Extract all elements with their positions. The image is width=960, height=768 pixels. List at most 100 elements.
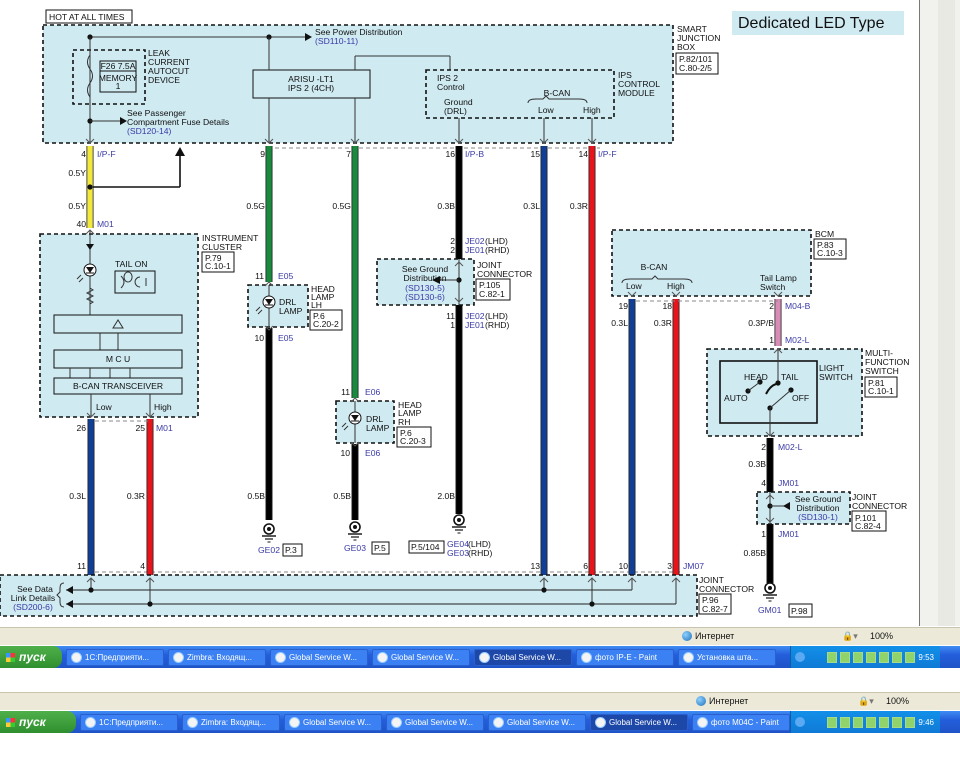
joint-bottom-ref-label: C.82-7	[702, 604, 728, 614]
wires-w3-pin-top-label: 7	[346, 149, 351, 159]
wiring-diagram: HOT AT ALL TIMES Dedicated LED TypeSMARTJ…	[0, 9, 909, 618]
logic-block	[53, 314, 183, 334]
ground-icon	[353, 525, 357, 529]
sjb-ref-label: C.80-2/5	[679, 63, 712, 73]
app-icon	[391, 716, 402, 728]
taskbar-item-label: Global Service W...	[405, 717, 474, 727]
clock: 9:53	[918, 652, 934, 662]
wires-w5-size-label: 0.3L	[523, 201, 540, 211]
wires-bcm-high-pin-bot-label: 3	[667, 561, 672, 571]
wires-w4-je-top-side-label: (RHD)	[485, 245, 509, 255]
wires-w2-pin-out-label: 10	[254, 333, 264, 343]
taskbar-item[interactable]: Global Service W...	[386, 713, 484, 731]
sjb-ipsm-high-label: High	[583, 105, 601, 115]
wires-w6-conn-top-label: I/P-F	[598, 149, 617, 159]
wires-w4-je-top-conn-label: JE01	[465, 245, 485, 255]
tray-icon[interactable]	[905, 651, 916, 663]
app-icon	[683, 651, 694, 663]
tray-icon[interactable]	[853, 716, 864, 728]
tray-icon[interactable]	[905, 716, 916, 728]
arrow-up-icon	[175, 147, 185, 156]
protected-mode-icon[interactable]: 🔒▾	[858, 696, 874, 707]
grounds-ge02-name-label: GE02	[258, 545, 280, 555]
taskbar-item[interactable]: Global Service W...	[590, 713, 688, 731]
zoom-level[interactable]: 100%	[870, 631, 893, 641]
taskbar-item[interactable]: Global Service W...	[488, 713, 586, 731]
wires-w3-conn-label: E06	[365, 448, 381, 458]
system-tray: 9:53	[790, 646, 940, 668]
zone-label: Интернет	[695, 631, 735, 641]
wires-ic-low-pin-top-label: 26	[76, 423, 86, 433]
wires-sw-out-pin-out-label: 1	[761, 529, 766, 539]
start-label: пуск	[19, 715, 46, 729]
tray-icon[interactable]	[879, 651, 890, 663]
taskbar-item[interactable]: 1С:Предприяти...	[66, 648, 164, 666]
protected-mode-icon[interactable]: 🔒▾	[842, 631, 858, 642]
start-button[interactable]: пуск	[0, 646, 62, 668]
wires-bcm-low-size-label: 0.3L	[611, 318, 628, 328]
wires-bcm-high-pin-top-label: 18	[662, 301, 672, 311]
tray-icon[interactable]	[866, 651, 877, 663]
taskbar-item-label: Global Service W...	[507, 717, 576, 727]
taskbar-item-label: Global Service W...	[391, 652, 460, 662]
wires-w2-pin-top-label: 9	[260, 149, 265, 159]
tray-icon[interactable]	[853, 651, 864, 663]
taskbar-item[interactable]: Global Service W...	[270, 648, 368, 666]
tray-icon[interactable]	[840, 651, 851, 663]
taskbar: пуск 1С:Предприяти... Zimbra: Входящ... Glo…	[0, 711, 960, 733]
wires-w4-je-bot-conn-label: JE01	[465, 320, 485, 330]
wires-w2-pin-in-label: 11	[255, 271, 264, 281]
splice-dot	[589, 601, 595, 607]
tray-icon[interactable]	[866, 716, 877, 728]
mfs-tail-label: TAIL	[781, 372, 799, 382]
app-icon	[697, 716, 708, 728]
wires-bcm-high-conn-bot-label: JM07	[683, 561, 704, 571]
splice-dot	[147, 601, 153, 607]
tray-icon[interactable]	[892, 651, 903, 663]
tray-expand-icon[interactable]	[795, 717, 805, 727]
tray-icon[interactable]	[879, 716, 890, 728]
taskbar-item[interactable]: Global Service W...	[284, 713, 382, 731]
taskbar-item-label: Zimbra: Входящ...	[201, 717, 267, 727]
cluster-name-label: CLUSTER	[202, 242, 242, 252]
taskbar-item[interactable]: Global Service W...	[474, 648, 572, 666]
cluster-ref-label: C.10-1	[205, 261, 231, 271]
app-icon	[173, 651, 184, 663]
app-icon	[275, 651, 286, 663]
bcm-name-label: BCM	[815, 229, 834, 239]
wires-w4-je-bot-side-label: (RHD)	[485, 320, 509, 330]
tray-icon[interactable]	[827, 716, 838, 728]
grounds-ge04-names-side-label: (RHD)	[468, 548, 492, 558]
wires-ic-low-size-label: 0.3L	[69, 491, 86, 501]
taskbar-item[interactable]: Zimbra: Входящ...	[168, 648, 266, 666]
taskbar-item[interactable]: Установка шта...	[678, 648, 776, 666]
grounds-ge03-ref-label: P.5	[374, 543, 386, 553]
grounds-gm01-name-label: GM01	[758, 605, 782, 615]
wires-sw-out-conn-top-label: M02-L	[778, 442, 803, 452]
wires-bcm-low-pin-bot-label: 10	[618, 561, 628, 571]
start-button[interactable]: пуск	[0, 711, 76, 733]
taskbar-item[interactable]: Global Service W...	[372, 648, 470, 666]
zoom-level[interactable]: 100%	[886, 696, 909, 706]
tray-icon[interactable]	[827, 651, 838, 663]
tray-icon[interactable]	[840, 716, 851, 728]
tray-icon[interactable]	[892, 716, 903, 728]
tray-expand-icon[interactable]	[795, 652, 805, 662]
taskbar-item[interactable]: фото M04C - Paint	[692, 713, 790, 731]
security-zone: Интернет	[696, 696, 748, 706]
page-title: Dedicated LED Type	[738, 15, 885, 32]
wires-w1-size-b-label: 0.5Y	[68, 201, 86, 211]
zone-label: Интернет	[709, 696, 749, 706]
cluster-transceiver-label: B-CAN TRANSCEIVER	[73, 381, 163, 391]
taskbar: пуск 1С:Предприяти... Zimbra: Входящ... Glo…	[0, 646, 960, 668]
bcm-bcan-label: B-CAN	[641, 262, 668, 272]
mfs-switch-name-label: SWITCH	[819, 372, 853, 382]
taskbar-item[interactable]: Zimbra: Входящ...	[182, 713, 280, 731]
wires-w3-size-b-label: 0.5B	[333, 491, 351, 501]
taskbar-item[interactable]: фото IP-E - Paint	[576, 648, 674, 666]
vertical-scrollbar[interactable]	[938, 0, 955, 626]
taskbar-item[interactable]: 1С:Предприяти...	[80, 713, 178, 731]
sjb-ipsm-ctrl-label: Control	[437, 82, 465, 92]
globe-icon	[696, 696, 706, 706]
wires-w1-conn-top-label: I/P-F	[97, 149, 116, 159]
